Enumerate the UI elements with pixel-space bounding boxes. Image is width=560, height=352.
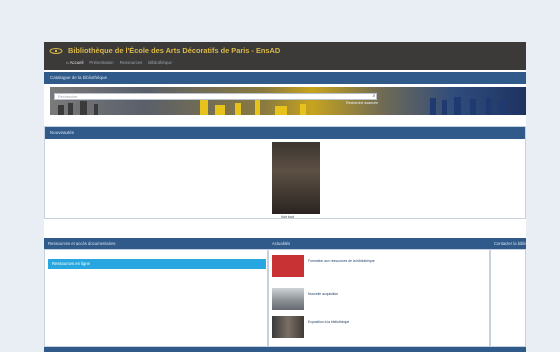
ressources-item[interactable]: Ressources en ligne [48,259,266,269]
nav-item-ressources[interactable]: Ressources [120,60,143,65]
news-thumbnail-2[interactable] [272,288,304,310]
actualites-header: Actualités [268,238,490,249]
catalogue-banner: Rechercher ⌕ Recherche avancée [50,87,526,115]
news-title-2[interactable]: Nouvelle acquisition [308,292,338,296]
news-thumbnail-1[interactable] [272,255,304,277]
nav-item-presentation[interactable]: Présentation [89,60,113,65]
news-title-3[interactable]: Exposition à la bibliothèque [308,320,349,324]
new-item-caption[interactable]: Voir tout [281,215,294,219]
main-nav: Accueil Présentation Ressources Biblioth… [66,60,172,65]
nouveautes-header: Nouveautés [45,127,525,139]
contact-header: Contacter la bibliothèque [490,238,526,249]
contact-panel [490,249,526,347]
catalogue-search-input[interactable]: Rechercher [54,93,377,100]
nav-item-bibliotheque[interactable]: Bibliothèque [148,60,172,65]
ressources-header: Ressources et accès documentaires [44,238,268,249]
catalogue-header: Catalogue de la bibliothèque [44,72,526,84]
advanced-search-link[interactable]: Recherche avancée [346,101,378,105]
page: Bibliothèque de l'École des Arts Décorat… [44,42,526,352]
nouveautes-panel: Nouveautés Voir tout [44,126,526,219]
site-logo-icon[interactable] [49,46,63,56]
nav-item-accueil[interactable]: Accueil [66,60,84,65]
news-title-1[interactable]: Formation aux ressources de la bibliothè… [308,259,375,263]
footer-bar [44,347,526,352]
new-item-cover[interactable] [272,142,320,214]
site-title[interactable]: Bibliothèque de l'École des Arts Décorat… [68,46,280,55]
site-header: Bibliothèque de l'École des Arts Décorat… [44,42,526,70]
news-thumbnail-3[interactable] [272,316,304,338]
search-icon[interactable]: ⌕ [371,93,377,100]
